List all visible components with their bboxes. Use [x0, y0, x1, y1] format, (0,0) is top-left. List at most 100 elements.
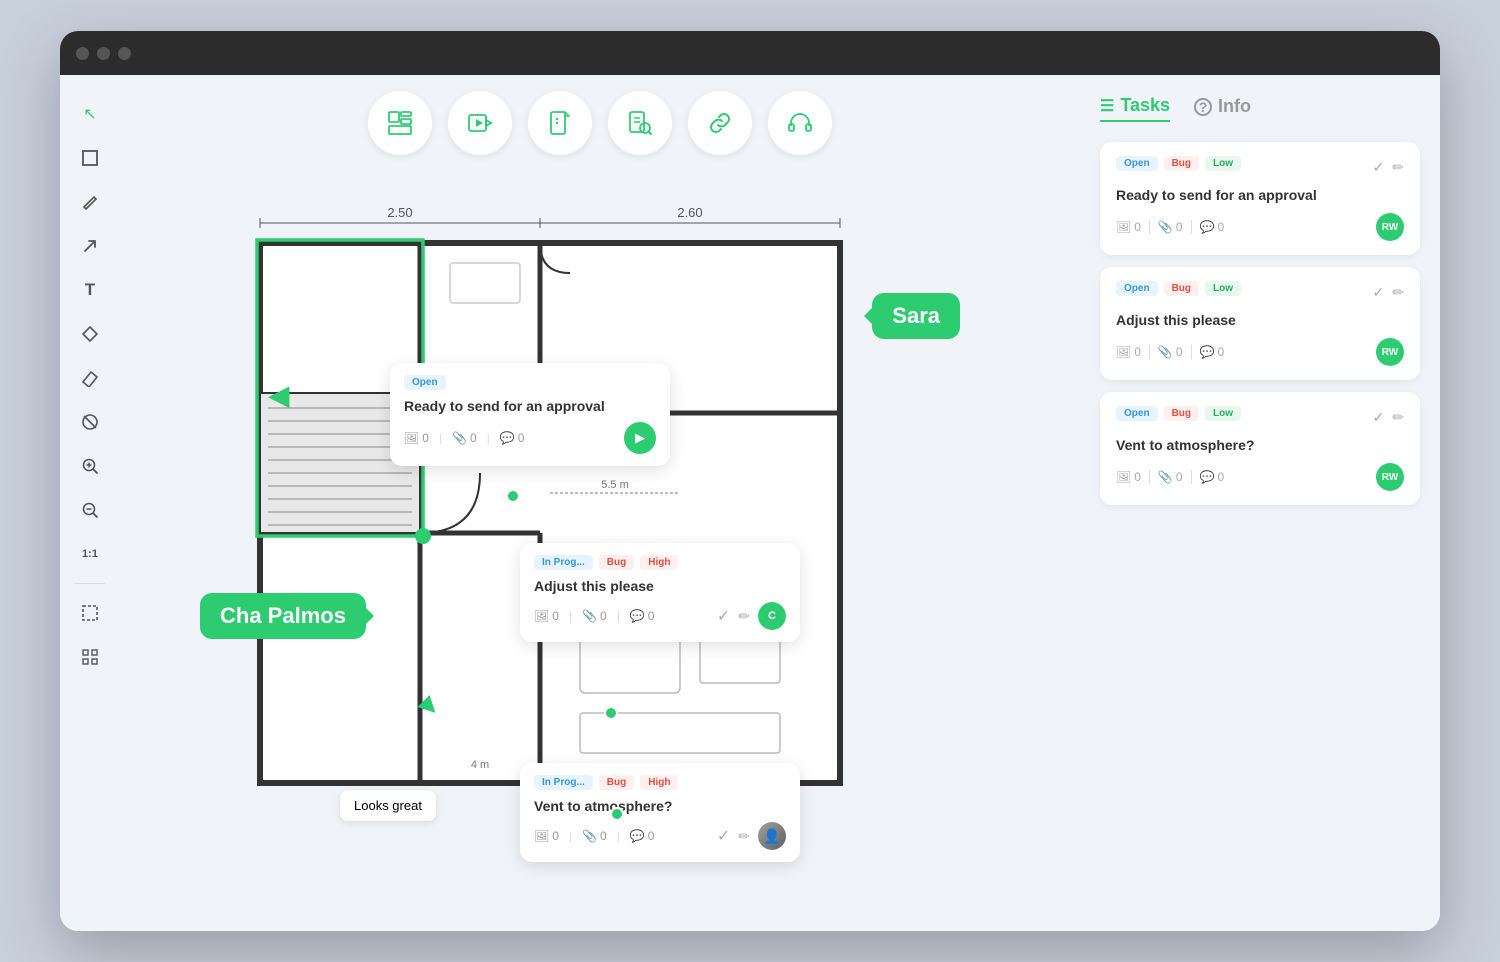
looks-great-bubble: Looks great — [340, 790, 436, 821]
svg-text:5.5 m: 5.5 m — [601, 479, 629, 491]
toolbar-divider — [75, 583, 105, 584]
panel-tag-bug-2: Bug — [1164, 281, 1199, 296]
zoom-in-tool[interactable] — [71, 447, 109, 485]
tasks-icon: ☰ — [1100, 96, 1114, 116]
app-window: ↖ T — [60, 31, 1440, 931]
canvas-task-meta-2: 🖼0 | 📎0 | 💬0 — [534, 609, 654, 623]
title-bar — [60, 31, 1440, 75]
svg-text:4 m: 4 m — [471, 759, 489, 771]
panel-tag-low-2: Low — [1205, 281, 1241, 296]
panel-check-2[interactable]: ✓ — [1373, 284, 1385, 301]
panel-tag-open-3: Open — [1116, 406, 1158, 421]
panel-edit-1[interactable]: ✏ — [1392, 159, 1404, 176]
avatar-3: 👤 — [758, 822, 786, 850]
panel-tag-open-2: Open — [1116, 281, 1158, 296]
tag-inprog-2: In Prog... — [534, 555, 593, 570]
task-card-2: Open Bug Low ✓ ✏ Adjust this please 🖼0 📎… — [1100, 267, 1420, 380]
left-toolbar: ↖ T — [60, 75, 120, 931]
avatar-2: C — [758, 602, 786, 630]
panel-task-title-1: Ready to send for an approval — [1116, 187, 1404, 203]
panel-tag-low-3: Low — [1205, 406, 1241, 421]
panel-avatar-3: RW — [1376, 463, 1404, 491]
main-area: ↖ T — [60, 75, 1440, 931]
card2-actions: ✓ ✏ C — [717, 602, 786, 630]
grid-tool[interactable] — [71, 638, 109, 676]
canvas-task-card-2: In Prog... Bug High Adjust this please 🖼… — [520, 543, 800, 642]
headphones-tool-circle[interactable] — [768, 91, 832, 155]
tag-bug-2: Bug — [599, 555, 634, 570]
floorplan-svg: 2.50 2.60 5.5 m 4 m — [160, 193, 940, 833]
card3-actions: ✓ ✏ 👤 — [717, 822, 786, 850]
canvas-task-title-1: Ready to send for an approval — [404, 398, 656, 414]
link-tool-circle[interactable] — [688, 91, 752, 155]
layout-tool-circle[interactable] — [368, 91, 432, 155]
right-panel: ☰ Tasks ? Info Open Bug Low ✓ — [1080, 75, 1440, 931]
canvas-task-meta-1: 🖼0 | 📎0 | 💬0 — [404, 431, 524, 445]
info-icon: ? — [1194, 98, 1212, 116]
zip-tool-circle[interactable] — [528, 91, 592, 155]
traffic-light-yellow[interactable] — [97, 47, 110, 60]
diamond-tool[interactable] — [71, 315, 109, 353]
edit-btn-3[interactable]: ✏ — [738, 828, 750, 845]
eraser-tool[interactable] — [71, 359, 109, 397]
tag-high-3: High — [640, 775, 678, 790]
top-toolbar — [120, 75, 1080, 163]
tag-high-2: High — [640, 555, 678, 570]
select-tool[interactable]: ↖ — [71, 95, 109, 133]
panel-tag-bug-1: Bug — [1164, 156, 1199, 171]
svg-text:2.60: 2.60 — [677, 205, 702, 220]
edit-btn-2[interactable]: ✏ — [738, 608, 750, 625]
connector-dot-1 — [506, 489, 520, 503]
canvas-task-meta-3: 🖼0 | 📎0 | 💬0 — [534, 829, 654, 843]
panel-check-3[interactable]: ✓ — [1373, 409, 1385, 426]
traffic-light-red[interactable] — [76, 47, 89, 60]
checkmark-btn-3[interactable]: ✓ — [717, 826, 730, 846]
panel-task-title-2: Adjust this please — [1116, 312, 1404, 328]
canvas-task-card-3: In Prog... Bug High Vent to atmosphere? … — [520, 763, 800, 862]
canvas-task-title-2: Adjust this please — [534, 578, 786, 594]
connector-dot-3 — [610, 807, 624, 821]
fit-screen-tool[interactable] — [71, 594, 109, 632]
panel-tag-bug-3: Bug — [1164, 406, 1199, 421]
tag-open-1: Open — [404, 375, 446, 390]
send-button-1[interactable]: ▶ — [624, 422, 656, 454]
task-card-3: Open Bug Low ✓ ✏ Vent to atmosphere? 🖼0 … — [1100, 392, 1420, 505]
arrow-tool[interactable] — [71, 227, 109, 265]
svg-text:2.50: 2.50 — [387, 205, 412, 220]
text-tool[interactable]: T — [71, 271, 109, 309]
task-card-1: Open Bug Low ✓ ✏ Ready to send for an ap… — [1100, 142, 1420, 255]
panel-task-meta-3: 🖼0 📎0 💬0 — [1116, 470, 1224, 484]
canvas-area: 2.50 2.60 5.5 m 4 m — [120, 75, 1080, 931]
zoom-out-tool[interactable] — [71, 491, 109, 529]
tag-inprog-3: In Prog... — [534, 775, 593, 790]
canvas-task-title-3: Vent to atmosphere? — [534, 798, 786, 814]
hide-tool[interactable] — [71, 403, 109, 441]
search-doc-tool-circle[interactable] — [608, 91, 672, 155]
panel-tag-low-1: Low — [1205, 156, 1241, 171]
panel-check-1[interactable]: ✓ — [1373, 159, 1385, 176]
tab-tasks[interactable]: ☰ Tasks — [1100, 95, 1170, 122]
panel-tabs: ☰ Tasks ? Info — [1100, 95, 1420, 122]
panel-edit-2[interactable]: ✏ — [1392, 284, 1404, 301]
panel-task-meta-1: 🖼0 📎0 💬0 — [1116, 220, 1224, 234]
sara-bubble: Sara — [872, 293, 960, 339]
canvas-task-card-1: Open Ready to send for an approval 🖼0 | … — [390, 363, 670, 466]
panel-edit-3[interactable]: ✏ — [1392, 409, 1404, 426]
rectangle-tool[interactable] — [71, 139, 109, 177]
panel-task-meta-2: 🖼0 📎0 💬0 — [1116, 345, 1224, 359]
panel-tag-open-1: Open — [1116, 156, 1158, 171]
arrow-left: ▶ — [268, 383, 290, 416]
tab-info[interactable]: ? Info — [1194, 96, 1251, 121]
reset-zoom-tool[interactable]: 1:1 — [71, 535, 109, 573]
traffic-light-green[interactable] — [118, 47, 131, 60]
panel-task-title-3: Vent to atmosphere? — [1116, 437, 1404, 453]
canvas-viewport: 2.50 2.60 5.5 m 4 m — [120, 163, 1080, 931]
pencil-tool[interactable] — [71, 183, 109, 221]
panel-avatar-1: RW — [1376, 213, 1404, 241]
connector-dot-2 — [604, 706, 618, 720]
tag-bug-3: Bug — [599, 775, 634, 790]
checkmark-btn-2[interactable]: ✓ — [717, 606, 730, 626]
panel-avatar-2: RW — [1376, 338, 1404, 366]
video-tool-circle[interactable] — [448, 91, 512, 155]
cha-bubble: Cha Palmos — [200, 593, 366, 639]
